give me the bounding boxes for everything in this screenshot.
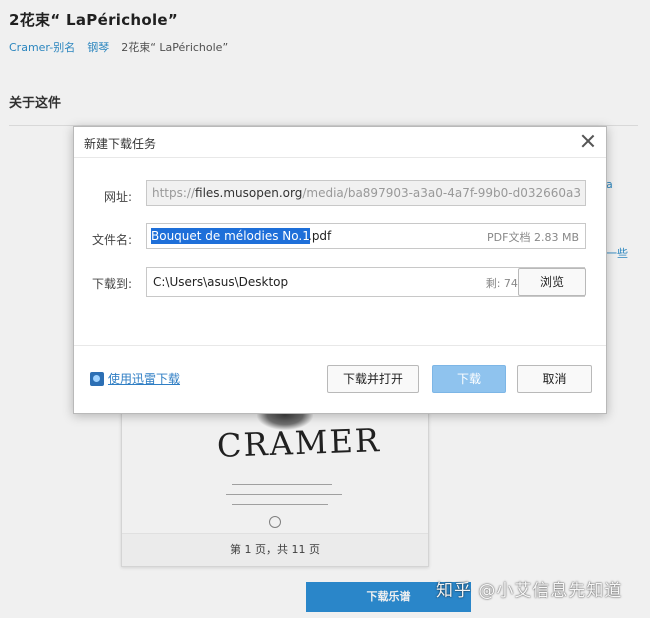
filename-selected-text: Bouquet de mélodies No.1 (151, 228, 310, 244)
url-value: https://files.musopen.org/media/ba897903… (152, 186, 582, 200)
filename-label: 文件名: (91, 233, 132, 247)
cancel-button[interactable]: 取消 (517, 365, 592, 393)
dialog-title-divider (74, 157, 606, 158)
close-icon[interactable] (580, 133, 596, 149)
xunlei-download-link[interactable]: 使用迅雷下载 (90, 370, 180, 387)
dialog-title: 新建下载任务 (84, 137, 157, 151)
saveto-path-field[interactable]: C:\Users\asus\Desktop 剩: 74.63 GB (146, 267, 564, 297)
new-download-dialog: 新建下载任务 网址: https://files.musopen.org/med… (73, 126, 607, 414)
watermark: 知乎 @小艾信息先知道 (436, 581, 623, 601)
url-field[interactable]: https://files.musopen.org/media/ba897903… (146, 180, 586, 206)
dialog-footer-divider (74, 345, 606, 346)
filename-extension: .pdf (308, 229, 332, 243)
saveto-path: C:\Users\asus\Desktop (153, 275, 289, 289)
browse-button[interactable]: 浏览 (518, 268, 586, 296)
download-button[interactable]: 下载 (432, 365, 506, 393)
xunlei-icon (90, 371, 104, 386)
saveto-label: 下载到: (91, 277, 132, 291)
xunlei-link-text: 使用迅雷下载 (108, 372, 181, 386)
url-label: 网址: (103, 190, 132, 204)
file-type-size: PDF文档 2.83 MB (487, 231, 579, 244)
download-and-open-button[interactable]: 下载并打开 (327, 365, 419, 393)
filename-field[interactable]: Bouquet de mélodies No.1 .pdf PDF文档 2.83… (146, 223, 586, 249)
